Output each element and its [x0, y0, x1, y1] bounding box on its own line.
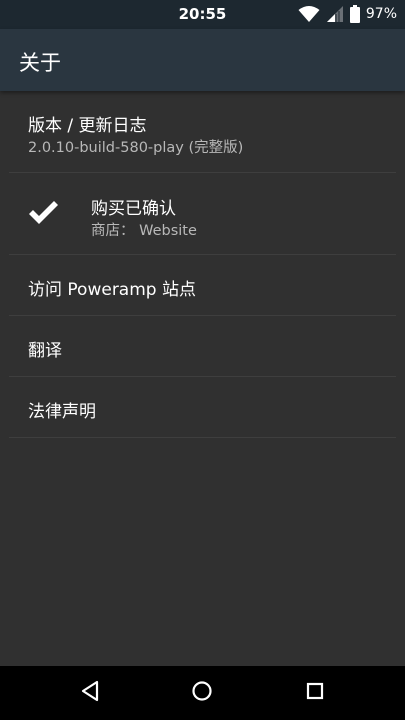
- battery-percent: 97%: [365, 6, 397, 22]
- app-bar: 关于: [0, 29, 405, 91]
- purchase-store: 商店： Website: [91, 223, 197, 239]
- translate-label: 翻译: [28, 341, 62, 361]
- home-icon: [191, 680, 213, 706]
- recents-icon: [304, 680, 326, 706]
- back-button[interactable]: [76, 679, 104, 707]
- page-title: 关于: [19, 51, 61, 75]
- check-icon: [27, 199, 59, 227]
- status-bar: 20:55 97%: [0, 0, 405, 29]
- status-icons: 97%: [298, 5, 397, 23]
- navigation-bar: [0, 666, 405, 720]
- about-list: 版本 / 更新日志 2.0.10-build-580-play (完整版) 购买…: [0, 91, 405, 438]
- back-icon: [79, 680, 101, 706]
- version-changelog-item[interactable]: 版本 / 更新日志 2.0.10-build-580-play (完整版): [9, 91, 396, 173]
- wifi-icon: [298, 5, 320, 23]
- legal-label: 法律声明: [28, 402, 96, 422]
- version-subtitle: 2.0.10-build-580-play (完整版): [28, 140, 244, 156]
- battery-icon: [349, 5, 360, 23]
- signal-icon: [326, 5, 344, 23]
- purchase-confirmed-item[interactable]: 购买已确认 商店： Website: [9, 173, 396, 255]
- legal-item[interactable]: 法律声明: [9, 377, 396, 438]
- version-title: 版本 / 更新日志: [28, 116, 147, 136]
- visit-site-item[interactable]: 访问 Poweramp 站点: [9, 255, 396, 316]
- visit-site-label: 访问 Poweramp 站点: [28, 280, 196, 300]
- translate-item[interactable]: 翻译: [9, 316, 396, 377]
- purchase-title: 购买已确认: [91, 199, 176, 219]
- home-button[interactable]: [188, 679, 216, 707]
- recents-button[interactable]: [301, 679, 329, 707]
